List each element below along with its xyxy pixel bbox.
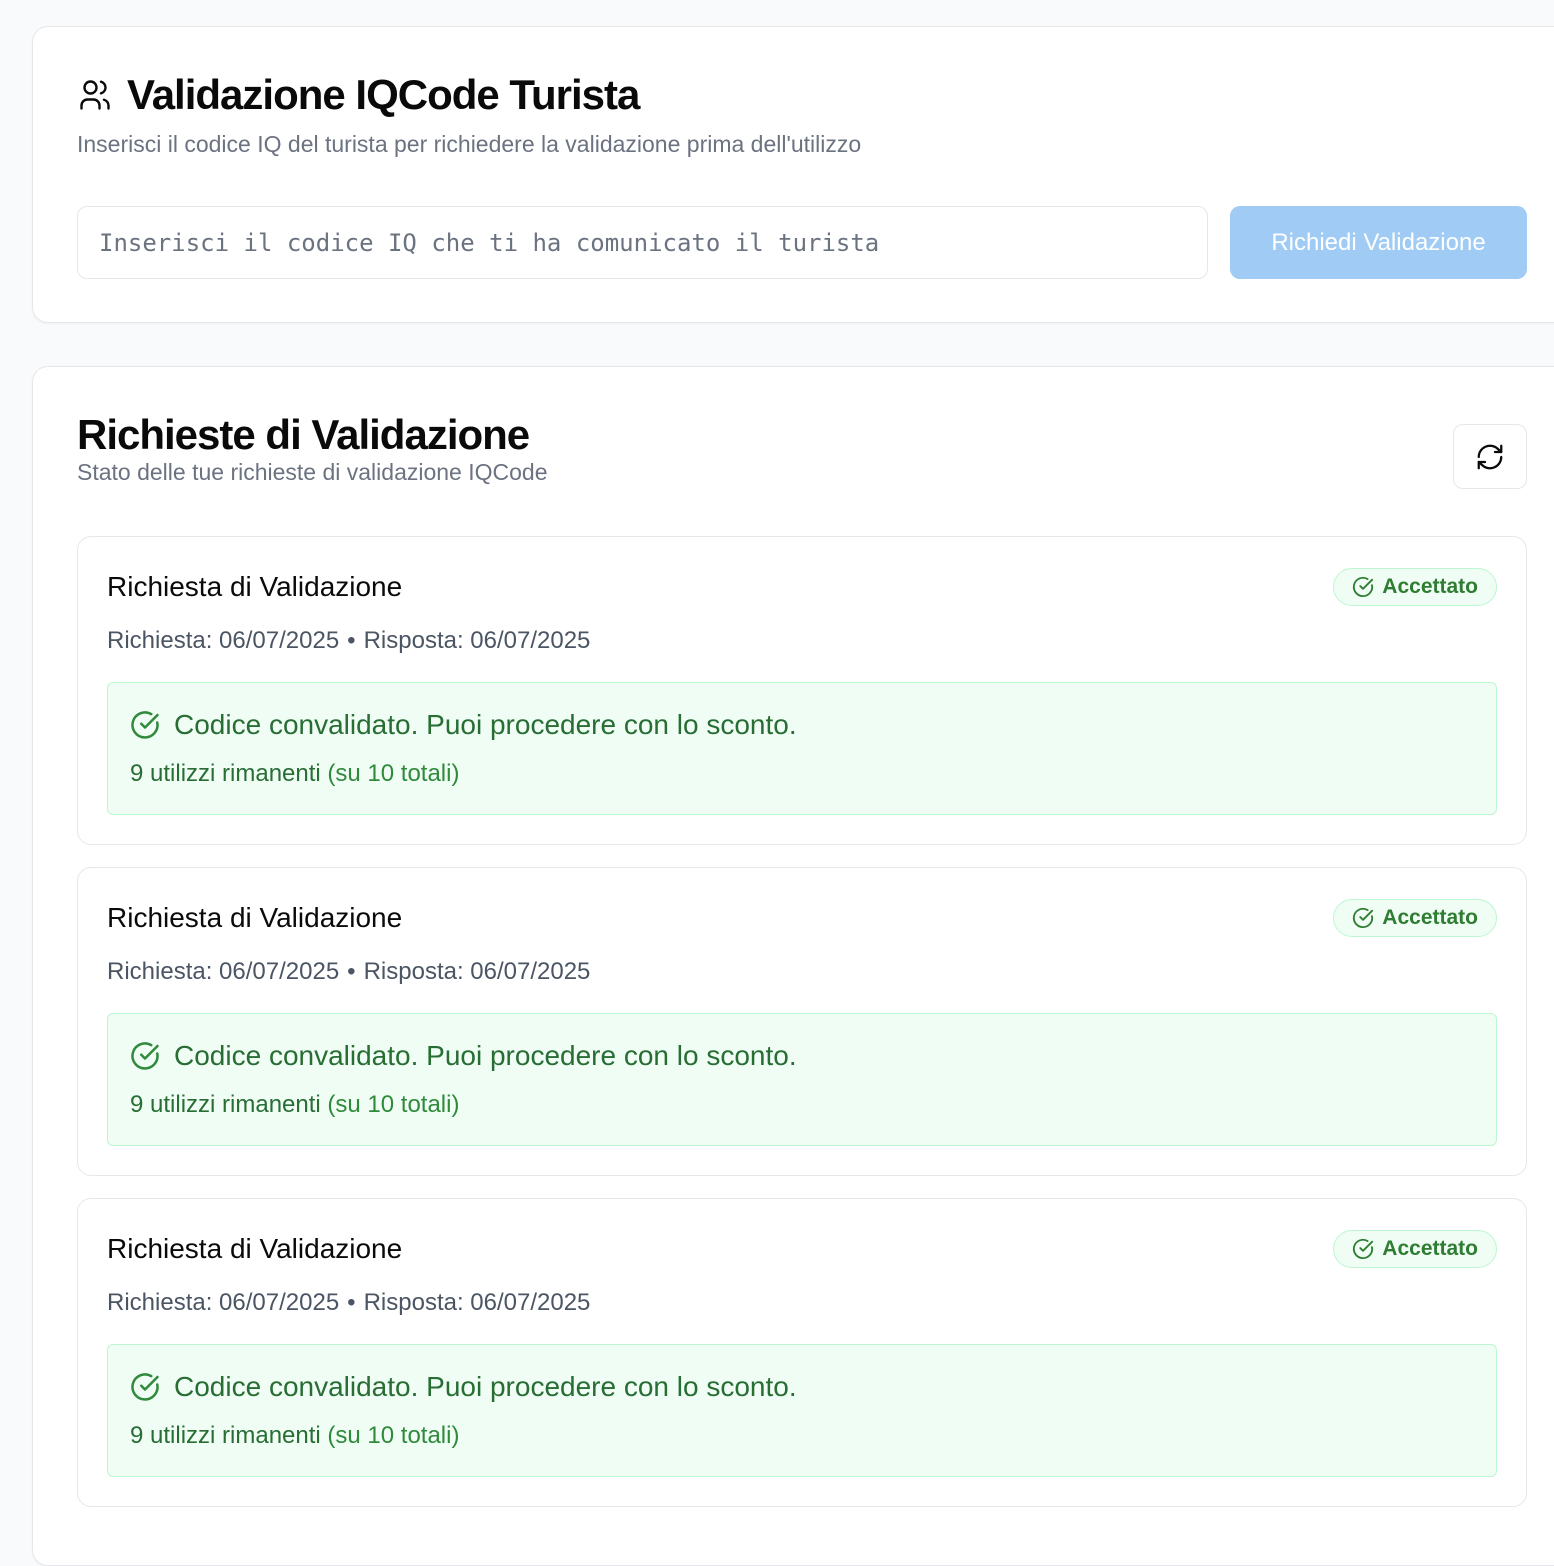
date-separator: • (347, 1289, 356, 1316)
total-uses: (su 10 totali) (327, 760, 460, 787)
success-message: Codice convalidato. Puoi procedere con l… (130, 709, 797, 741)
response-date: Risposta: 06/07/2025 (363, 627, 591, 654)
request-dates: Richiesta: 06/07/2025 • Risposta: 06/07/20… (107, 958, 590, 986)
date-separator: • (347, 958, 356, 985)
request-validation-button[interactable]: Richiedi Validazione (1230, 206, 1527, 279)
validation-form-header: Validazione IQCode Turista (77, 71, 640, 119)
success-message-text: Codice convalidato. Puoi procedere con l… (174, 709, 797, 740)
request-dates: Richiesta: 06/07/2025 • Risposta: 06/07/20… (107, 1289, 590, 1317)
refresh-button[interactable] (1453, 424, 1527, 489)
users-icon (80, 80, 110, 110)
success-message-text: Codice convalidato. Puoi procedere con l… (174, 1040, 797, 1071)
check-circle-icon (1353, 1238, 1374, 1259)
check-circle-icon (131, 1042, 159, 1070)
request-date: Richiesta: 06/07/2025 (107, 1289, 340, 1316)
validation-request-item: Richiesta di Validazione Accettato Richi… (77, 867, 1527, 1176)
status-label: Accettato (1382, 906, 1478, 929)
request-date: Richiesta: 06/07/2025 (107, 627, 340, 654)
success-message: Codice convalidato. Puoi procedere con l… (130, 1371, 797, 1403)
remaining-uses: 9 utilizzi rimanenti (130, 1091, 321, 1118)
request-date: Richiesta: 06/07/2025 (107, 958, 340, 985)
usage-info: 9 utilizzi rimanenti (su 10 totali) (130, 1091, 459, 1119)
request-dates: Richiesta: 06/07/2025 • Risposta: 06/07/20… (107, 627, 590, 655)
check-circle-icon (131, 1373, 159, 1401)
validation-form-title: Validazione IQCode Turista (127, 71, 640, 118)
success-message: Codice convalidato. Puoi procedere con l… (130, 1040, 797, 1072)
date-separator: • (347, 627, 356, 654)
remaining-uses: 9 utilizzi rimanenti (130, 1422, 321, 1449)
status-badge: Accettato (1333, 568, 1497, 606)
request-title: Richiesta di Validazione (107, 571, 403, 602)
check-circle-icon (1353, 576, 1374, 597)
requests-title: Richieste di Validazione (77, 411, 530, 458)
request-title: Richiesta di Validazione (107, 902, 403, 933)
success-message-box: Codice convalidato. Puoi procedere con l… (107, 1013, 1497, 1146)
validation-request-item: Richiesta di Validazione Accettato Richi… (77, 536, 1527, 845)
refresh-icon (1477, 444, 1503, 469)
request-title: Richiesta di Validazione (107, 1233, 403, 1264)
success-message-box: Codice convalidato. Puoi procedere con l… (107, 1344, 1497, 1477)
success-message-text: Codice convalidato. Puoi procedere con l… (174, 1371, 797, 1402)
usage-info: 9 utilizzi rimanenti (su 10 totali) (130, 760, 459, 788)
status-badge: Accettato (1333, 1230, 1497, 1268)
response-date: Risposta: 06/07/2025 (363, 1289, 591, 1316)
validation-requests-card: Richieste di Validazione Stato delle tue… (32, 366, 1554, 1566)
status-label: Accettato (1382, 1237, 1478, 1260)
validation-form-card: Validazione IQCode Turista Inserisci il … (32, 26, 1554, 323)
status-badge: Accettato (1333, 899, 1497, 937)
requests-subtitle: Stato delle tue richieste di validazione… (77, 459, 548, 485)
check-circle-icon (1353, 907, 1374, 928)
status-label: Accettato (1382, 575, 1478, 598)
remaining-uses: 9 utilizzi rimanenti (130, 760, 321, 787)
validation-form-subtitle: Inserisci il codice IQ del turista per r… (77, 131, 862, 157)
total-uses: (su 10 totali) (327, 1422, 460, 1449)
validation-request-item: Richiesta di Validazione Accettato Richi… (77, 1198, 1527, 1507)
response-date: Risposta: 06/07/2025 (363, 958, 591, 985)
iq-code-input[interactable] (77, 206, 1208, 279)
total-uses: (su 10 totali) (327, 1091, 460, 1118)
usage-info: 9 utilizzi rimanenti (su 10 totali) (130, 1422, 459, 1450)
success-message-box: Codice convalidato. Puoi procedere con l… (107, 682, 1497, 815)
check-circle-icon (131, 711, 159, 739)
